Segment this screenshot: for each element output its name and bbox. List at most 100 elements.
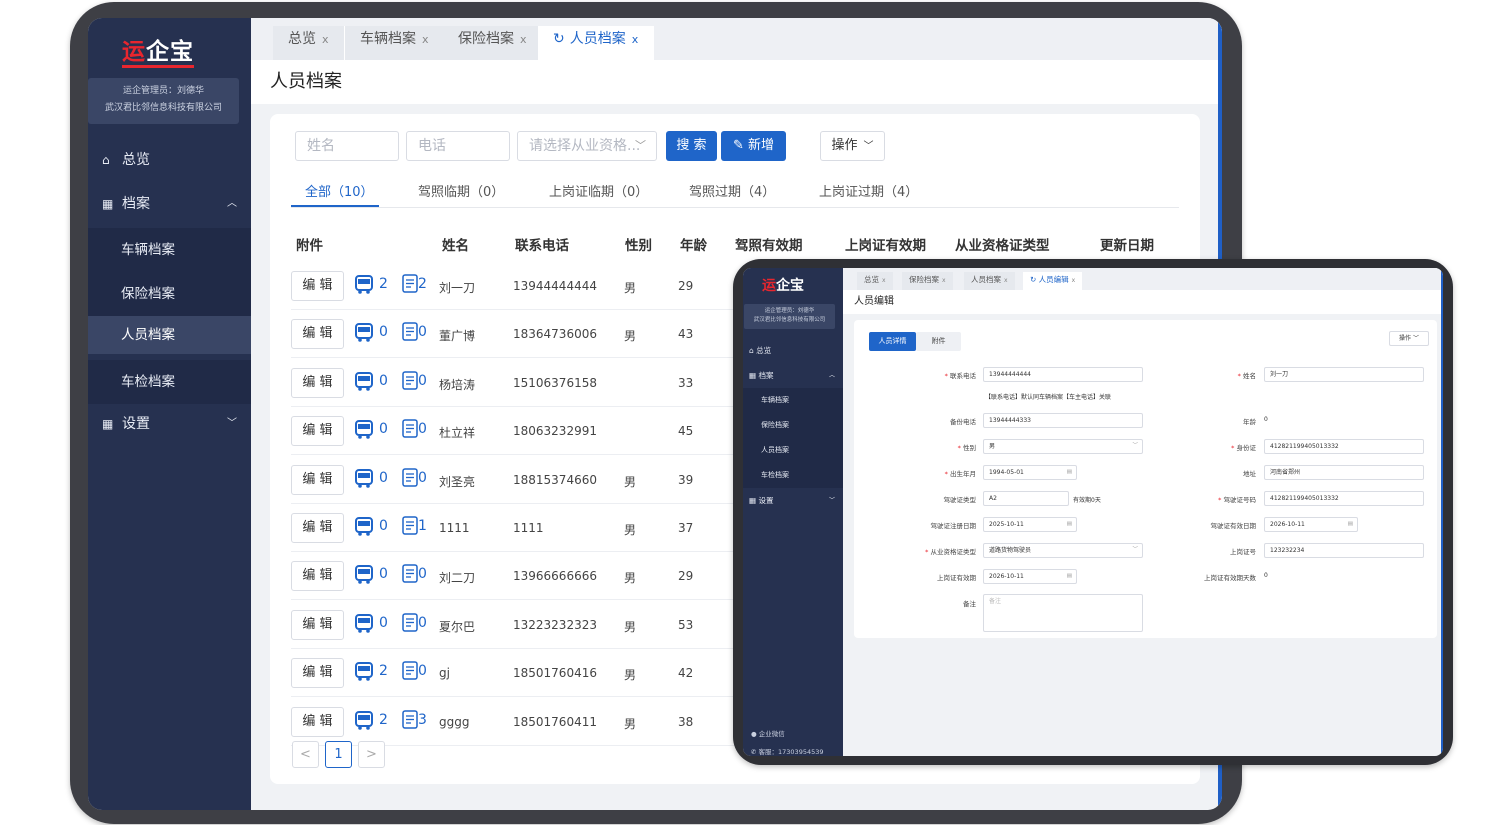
- tab-overview[interactable]: 总览 x: [857, 272, 893, 290]
- bus-icon[interactable]: [354, 468, 374, 489]
- filter-tab-license-expired[interactable]: 驾照过期（4）: [689, 181, 775, 200]
- document-icon[interactable]: [402, 709, 418, 729]
- sidebar-item-insurance-archive[interactable]: 保险档案: [88, 272, 251, 316]
- edit-button[interactable]: 编 辑: [291, 464, 344, 495]
- sidebar-item-settings[interactable]: ▦ 设置 ﹀: [743, 488, 843, 513]
- vehicle-count[interactable]: 2: [379, 663, 388, 679]
- vehicle-count[interactable]: 2: [379, 276, 388, 292]
- edit-button[interactable]: 编 辑: [291, 609, 344, 640]
- operations-button[interactable]: 操作 ﹀: [1389, 331, 1429, 346]
- vehicle-count[interactable]: 0: [379, 566, 388, 582]
- document-count[interactable]: 0: [418, 470, 427, 486]
- bus-icon[interactable]: [354, 420, 374, 440]
- edit-button[interactable]: 编 辑: [291, 271, 344, 301]
- vehicle-count[interactable]: 0: [379, 615, 388, 631]
- close-icon[interactable]: x: [632, 33, 639, 46]
- document-count[interactable]: 2: [418, 276, 427, 292]
- document-icon[interactable]: [402, 516, 418, 535]
- next-page-button[interactable]: >: [358, 741, 385, 768]
- close-icon[interactable]: x: [882, 277, 886, 284]
- edit-button[interactable]: 编 辑: [291, 513, 344, 543]
- close-icon[interactable]: x: [520, 33, 527, 46]
- document-icon[interactable]: [402, 274, 418, 293]
- edit-button[interactable]: 编 辑: [291, 319, 344, 350]
- subtab-details[interactable]: 人员详情: [869, 332, 916, 351]
- document-icon[interactable]: [402, 371, 418, 390]
- bus-icon[interactable]: [354, 613, 374, 634]
- document-icon[interactable]: [402, 322, 418, 342]
- sidebar-item-personnel-archive[interactable]: 人员档案: [743, 438, 843, 463]
- edit-button[interactable]: 编 辑: [291, 416, 344, 447]
- bus-icon[interactable]: [354, 662, 374, 682]
- sidebar-item-overview[interactable]: ⌂ 总览: [88, 140, 251, 180]
- vehicle-count[interactable]: 0: [379, 324, 388, 340]
- qualification-select[interactable]: 请选择从业资格... ﹀: [517, 131, 657, 161]
- sidebar-item-archive[interactable]: ▦ 档案 ︿: [88, 184, 251, 224]
- close-icon[interactable]: x: [322, 33, 329, 46]
- document-icon[interactable]: [402, 661, 418, 680]
- bus-icon[interactable]: [354, 371, 374, 392]
- vehicle-count[interactable]: 0: [379, 470, 388, 486]
- bus-icon[interactable]: [354, 710, 374, 731]
- sidebar-item-inspection-archive[interactable]: 车检档案: [743, 463, 843, 488]
- subtab-attachments[interactable]: 附件: [916, 332, 961, 351]
- document-icon[interactable]: [402, 467, 418, 487]
- license-no-field[interactable]: 412821199405013332: [1264, 491, 1424, 506]
- add-button[interactable]: ✎ 新增: [721, 131, 786, 161]
- sidebar-item-vehicle-archive[interactable]: 车辆档案: [88, 228, 251, 272]
- sidebar-item-personnel-archive[interactable]: 人员档案: [88, 316, 251, 354]
- vehicle-count[interactable]: 0: [379, 421, 388, 437]
- backup-phone-field[interactable]: 13944444333: [983, 413, 1143, 428]
- close-icon[interactable]: x: [1072, 277, 1076, 284]
- document-count[interactable]: 1: [418, 518, 427, 534]
- address-field[interactable]: 河南省郑州: [1264, 465, 1424, 480]
- filter-tab-license-expiring[interactable]: 驾照临期（0）: [418, 181, 504, 200]
- sidebar-item-insurance-archive[interactable]: 保险档案: [743, 413, 843, 438]
- vehicle-count[interactable]: 2: [379, 712, 388, 728]
- edit-button[interactable]: 编 辑: [291, 658, 344, 689]
- page-1-button[interactable]: 1: [325, 741, 352, 768]
- tab-personnel-edit[interactable]: ↻ 人员编辑 x: [1023, 272, 1083, 290]
- tab-overview[interactable]: 总览 x: [273, 26, 345, 60]
- document-count[interactable]: 3: [418, 712, 427, 728]
- sidebar-item-settings[interactable]: ▦ 设置 ﹀: [88, 404, 251, 444]
- sidebar-item-inspection-archive[interactable]: 车检档案: [88, 360, 251, 404]
- tab-personnel-archive[interactable]: ↻ 人员档案 x: [538, 26, 655, 60]
- bus-icon[interactable]: [354, 517, 374, 537]
- bus-icon[interactable]: [354, 565, 374, 585]
- tab-insurance-archive[interactable]: 保险档案 x: [902, 272, 953, 290]
- vehicle-count[interactable]: 0: [379, 373, 388, 389]
- document-count[interactable]: 0: [418, 663, 427, 679]
- close-icon[interactable]: x: [422, 33, 429, 46]
- prev-page-button[interactable]: <: [292, 741, 319, 768]
- license-exp-date-picker[interactable]: 2026-10-11 ▤: [1264, 517, 1358, 532]
- document-count[interactable]: 0: [418, 373, 427, 389]
- edit-button[interactable]: 编 辑: [291, 367, 344, 398]
- wechat-link[interactable]: ● 企业微信: [751, 728, 785, 738]
- license-type-field[interactable]: A2: [983, 491, 1069, 506]
- close-icon[interactable]: x: [1004, 277, 1008, 284]
- phone-field[interactable]: 13944444444: [983, 367, 1143, 382]
- edit-button[interactable]: 编 辑: [291, 561, 344, 592]
- operations-button[interactable]: 操作 ﹀: [820, 131, 885, 161]
- gender-select[interactable]: 男 ﹀: [983, 439, 1143, 454]
- post-exp-date-picker[interactable]: 2026-10-11 ▤: [983, 569, 1077, 584]
- idcard-field[interactable]: 412821199405013332: [1264, 439, 1424, 454]
- filter-tab-post-expiring[interactable]: 上岗证临期（0）: [549, 181, 648, 200]
- document-icon[interactable]: [402, 613, 418, 632]
- post-no-field[interactable]: 123232234: [1264, 543, 1424, 558]
- sidebar-item-overview[interactable]: ⌂ 总览: [743, 338, 843, 363]
- edit-button[interactable]: 编 辑: [291, 706, 344, 737]
- filter-tab-post-expired[interactable]: 上岗证过期（4）: [819, 181, 918, 200]
- tab-insurance-archive[interactable]: 保险档案 x: [443, 26, 543, 60]
- search-button[interactable]: 搜 索: [666, 131, 717, 161]
- document-icon[interactable]: [402, 564, 418, 584]
- document-icon[interactable]: [402, 419, 418, 438]
- bus-icon[interactable]: [354, 323, 374, 343]
- filter-tab-all[interactable]: 全部（10）: [305, 181, 374, 200]
- birth-date-picker[interactable]: 1994-05-01 ▤: [983, 465, 1077, 480]
- tab-vehicle-archive[interactable]: 车辆档案 x: [345, 26, 445, 60]
- document-count[interactable]: 0: [418, 421, 427, 437]
- name-field[interactable]: 刘一刀: [1264, 367, 1424, 382]
- license-reg-date-picker[interactable]: 2025-10-11 ▤: [983, 517, 1077, 532]
